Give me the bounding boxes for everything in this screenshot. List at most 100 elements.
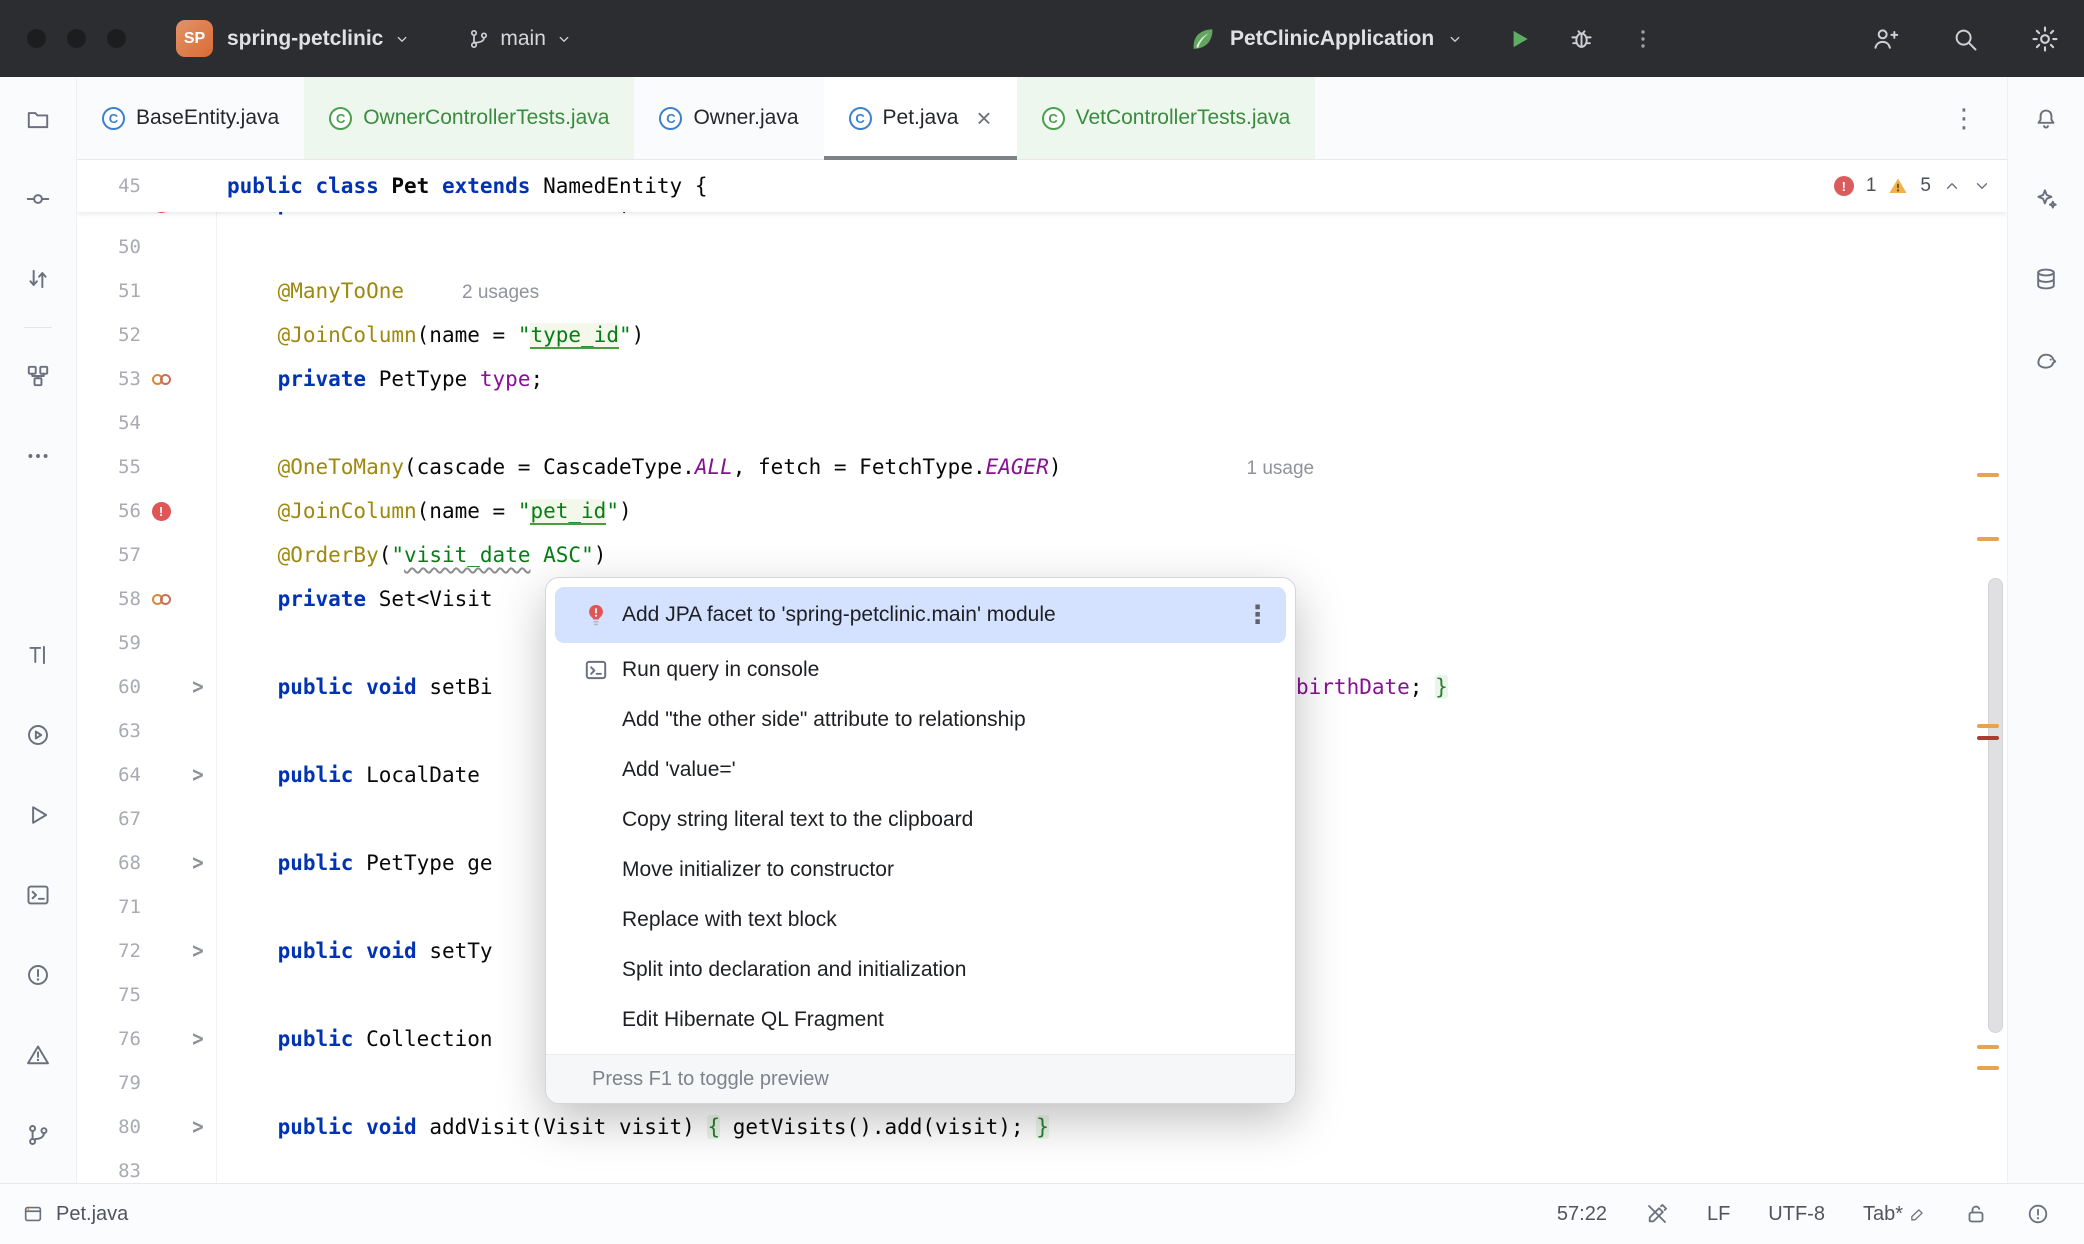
code-line-partial[interactable]: ! private LocalDate birthDate; bbox=[77, 212, 2007, 225]
tab-vetcontrollertests-java[interactable]: C VetControllerTests.java bbox=[1017, 77, 1316, 159]
indent-widget[interactable]: Tab* bbox=[1863, 1203, 1926, 1226]
line-number[interactable]: 83 bbox=[77, 1160, 141, 1182]
close-icon[interactable]: × bbox=[976, 105, 991, 131]
line-number[interactable]: 57 bbox=[77, 544, 141, 566]
fold-arrow-icon[interactable]: > bbox=[181, 1026, 215, 1051]
fold-arrow-icon[interactable]: > bbox=[181, 674, 215, 699]
add-user-button[interactable] bbox=[1868, 22, 1902, 56]
code-line-83[interactable]: 83 bbox=[77, 1149, 2007, 1183]
code-line-80[interactable]: 80> public void addVisit(Visit visit) { … bbox=[77, 1105, 2007, 1149]
search-icon[interactable] bbox=[1948, 22, 1982, 56]
popup-item[interactable]: Split into declaration and initializatio… bbox=[546, 945, 1295, 995]
terminal-icon[interactable] bbox=[6, 863, 70, 927]
inspections-widget[interactable]: ! 1 5 bbox=[1834, 160, 1991, 212]
line-separator-widget[interactable]: LF bbox=[1707, 1203, 1730, 1226]
gradle-icon[interactable] bbox=[2014, 327, 2078, 391]
tab-owner-java[interactable]: C Owner.java bbox=[634, 77, 823, 159]
popup-item[interactable]: Add JPA facet to 'spring-petclinic.main'… bbox=[555, 587, 1286, 643]
code-line-57[interactable]: 57 @OrderBy("visit_date ASC") bbox=[77, 533, 2007, 577]
line-number[interactable]: 79 bbox=[77, 1072, 141, 1094]
line-number[interactable]: 72 bbox=[77, 940, 141, 962]
line-number[interactable]: 54 bbox=[77, 412, 141, 434]
stripe-mark[interactable] bbox=[1977, 473, 1999, 477]
jpa-attribute-gutter-icon[interactable] bbox=[141, 374, 181, 385]
code-line-51[interactable]: 51 @ManyToOne2 usages bbox=[77, 269, 2007, 313]
close-button[interactable] bbox=[27, 29, 46, 48]
line-number[interactable]: 67 bbox=[77, 808, 141, 830]
chevron-down-icon[interactable] bbox=[1446, 30, 1464, 48]
stripe-mark[interactable] bbox=[1977, 724, 1999, 728]
project-badge[interactable]: SP bbox=[176, 20, 213, 57]
stripe-mark[interactable] bbox=[1977, 537, 1999, 541]
database-icon[interactable] bbox=[2014, 247, 2078, 311]
more-icon[interactable] bbox=[1626, 22, 1660, 56]
fold-arrow-icon[interactable]: > bbox=[181, 762, 215, 787]
popup-item[interactable]: Move initializer to constructor bbox=[546, 845, 1295, 895]
chevron-up-icon[interactable] bbox=[1943, 177, 1961, 195]
line-number[interactable]: 68 bbox=[77, 852, 141, 874]
code-line-50[interactable]: 50 bbox=[77, 225, 2007, 269]
line-number[interactable]: 64 bbox=[77, 764, 141, 786]
fold-arrow-icon[interactable]: > bbox=[181, 850, 215, 875]
line-number[interactable]: 51 bbox=[77, 280, 141, 302]
tab-ownercontrollertests-java[interactable]: C OwnerControllerTests.java bbox=[304, 77, 634, 159]
popup-item[interactable]: Replace with text block bbox=[546, 895, 1295, 945]
more-icon[interactable]: ⋮ bbox=[1239, 600, 1276, 630]
run-configuration[interactable]: PetClinicApplication bbox=[1230, 27, 1434, 51]
line-number[interactable]: 53 bbox=[77, 368, 141, 390]
error-gutter-icon[interactable]: ! bbox=[141, 212, 181, 213]
stripe-mark[interactable] bbox=[1977, 1066, 1999, 1070]
settings-gear-icon[interactable] bbox=[2028, 22, 2062, 56]
project-folder-icon[interactable] bbox=[6, 87, 70, 151]
line-number[interactable]: 71 bbox=[77, 896, 141, 918]
error-gutter-icon[interactable]: ! bbox=[141, 502, 181, 521]
warnings-icon[interactable] bbox=[6, 1023, 70, 1087]
line-number[interactable]: 52 bbox=[77, 324, 141, 346]
popup-item[interactable]: Edit Hibernate QL Fragment bbox=[546, 995, 1295, 1045]
fullscreen-button[interactable] bbox=[107, 29, 126, 48]
code-line-56[interactable]: 56! @JoinColumn(name = "pet_id") bbox=[77, 489, 2007, 533]
problems-icon[interactable] bbox=[6, 943, 70, 1007]
code-line-53[interactable]: 53 private PetType type; bbox=[77, 357, 2007, 401]
popup-item[interactable]: Add 'value=' bbox=[546, 745, 1295, 795]
line-number[interactable]: 76 bbox=[77, 1028, 141, 1050]
debug-button[interactable] bbox=[1564, 22, 1598, 56]
caret-position-widget[interactable]: 57:22 bbox=[1557, 1203, 1607, 1226]
minimize-button[interactable] bbox=[67, 29, 86, 48]
encoding-widget[interactable]: UTF-8 bbox=[1768, 1203, 1825, 1226]
fold-arrow-icon[interactable]: > bbox=[181, 938, 215, 963]
sticky-header-line[interactable]: 45 public class Pet extends NamedEntity … bbox=[77, 160, 2007, 212]
run-tool-icon[interactable] bbox=[6, 783, 70, 847]
branch-selector[interactable]: main bbox=[467, 27, 573, 51]
todo-icon[interactable] bbox=[6, 623, 70, 687]
popup-item[interactable]: Add "the other side" attribute to relati… bbox=[546, 695, 1295, 745]
popup-item[interactable]: Copy string literal text to the clipboar… bbox=[546, 795, 1295, 845]
tab-options-more-icon[interactable]: ⋮ bbox=[1951, 103, 1977, 134]
line-number[interactable]: 80 bbox=[77, 1116, 141, 1138]
line-number[interactable]: 59 bbox=[77, 632, 141, 654]
chevron-down-icon[interactable] bbox=[1973, 177, 1991, 195]
tab-baseentity-java[interactable]: C BaseEntity.java bbox=[77, 77, 304, 159]
commit-icon[interactable] bbox=[6, 167, 70, 231]
exclamation-circle-icon[interactable] bbox=[2026, 1202, 2050, 1226]
code-line-55[interactable]: 55 @OneToMany(cascade = CascadeType.ALL,… bbox=[77, 445, 2007, 489]
line-number[interactable]: 50 bbox=[77, 236, 141, 258]
git-branch-icon[interactable] bbox=[6, 1103, 70, 1167]
structure-icon[interactable] bbox=[6, 344, 70, 408]
stripe-mark[interactable] bbox=[1977, 736, 1999, 740]
unlock-icon[interactable] bbox=[1964, 1202, 1988, 1226]
line-number[interactable]: 63 bbox=[77, 720, 141, 742]
ai-assistant-icon[interactable] bbox=[2014, 167, 2078, 231]
code-line-54[interactable]: 54 bbox=[77, 401, 2007, 445]
services-icon[interactable] bbox=[6, 703, 70, 767]
line-number[interactable]: 55 bbox=[77, 456, 141, 478]
notifications-bell-icon[interactable] bbox=[2014, 87, 2078, 151]
line-number[interactable]: 60 bbox=[77, 676, 141, 698]
fold-arrow-icon[interactable]: > bbox=[181, 1114, 215, 1139]
stripe-mark[interactable] bbox=[1977, 1045, 1999, 1049]
jpa-attribute-gutter-icon[interactable] bbox=[141, 594, 181, 605]
more-tool-windows-icon[interactable] bbox=[6, 424, 70, 488]
popup-item[interactable]: Run query in console bbox=[546, 645, 1295, 695]
tab-pet-java[interactable]: C Pet.java × bbox=[824, 77, 1017, 159]
pencil-slash-icon[interactable] bbox=[1645, 1202, 1669, 1226]
